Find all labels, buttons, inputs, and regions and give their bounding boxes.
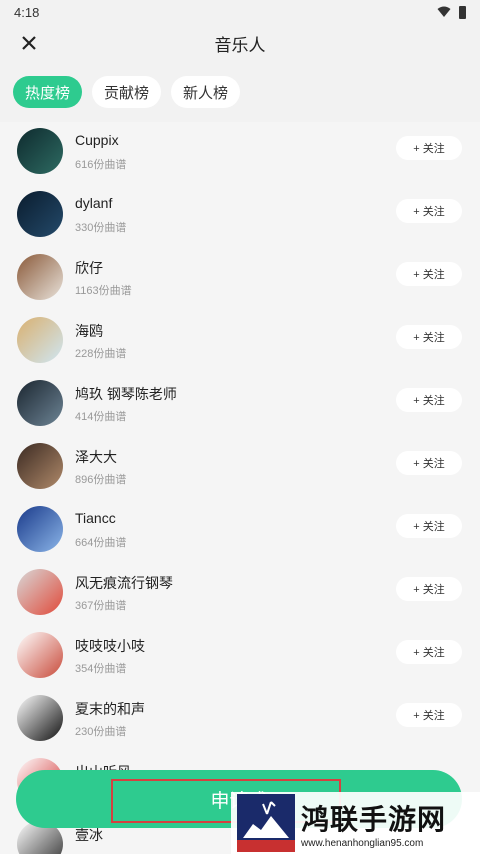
page-title: 音乐人 <box>214 35 266 55</box>
follow-button[interactable]: + 关注 <box>396 262 462 286</box>
score-count: 616份曲谱 <box>75 159 127 171</box>
musician-row[interactable]: 吱吱吱小吱 354份曲谱 + 关注 <box>0 622 480 685</box>
follow-button[interactable]: + 关注 <box>396 325 462 349</box>
musician-name: Cuppix <box>75 132 119 148</box>
musician-name: 壹冰 <box>75 827 103 843</box>
wifi-icon <box>437 6 451 17</box>
avatar[interactable] <box>17 380 63 426</box>
follow-button[interactable]: + 关注 <box>396 640 462 664</box>
musician-row[interactable]: Cuppix 616份曲谱 + 关注 <box>0 118 480 181</box>
musician-name: dylanf <box>75 195 113 211</box>
musician-row[interactable]: dylanf 330份曲谱 + 关注 <box>0 181 480 244</box>
title-bar: 音乐人 <box>0 24 480 62</box>
score-count: 330份曲谱 <box>75 222 127 234</box>
score-count: 664份曲谱 <box>75 537 127 549</box>
score-count: 414份曲谱 <box>75 411 127 423</box>
watermark-title: 鸿联手游网 <box>301 802 447 836</box>
score-count: 354份曲谱 <box>75 663 127 675</box>
musician-name: 鸠玖 钢琴陈老师 <box>75 386 177 402</box>
avatar[interactable] <box>17 695 63 741</box>
avatar[interactable] <box>17 317 63 363</box>
status-time: 4:18 <box>14 4 40 20</box>
musician-name: Tiancc <box>75 510 116 526</box>
musician-list: Cuppix 616份曲谱 + 关注 dylanf 330份曲谱 + 关注 欣仔 1163份曲… <box>0 118 480 854</box>
follow-button[interactable]: + 关注 <box>396 703 462 727</box>
ranking-tabs: 热度榜 贡献榜 新人榜 <box>0 62 480 122</box>
follow-button[interactable]: + 关注 <box>396 199 462 223</box>
tab-newcomer[interactable]: 新人榜 <box>171 76 241 108</box>
musician-name: 海鸥 <box>75 323 103 339</box>
avatar[interactable] <box>17 443 63 489</box>
status-bar: 4:18 <box>0 0 480 24</box>
avatar[interactable] <box>17 128 63 174</box>
follow-button[interactable]: + 关注 <box>396 136 462 160</box>
follow-button[interactable]: + 关注 <box>396 451 462 475</box>
avatar[interactable] <box>17 191 63 237</box>
musician-row[interactable]: 泽大大 896份曲谱 + 关注 <box>0 433 480 496</box>
avatar[interactable] <box>17 506 63 552</box>
follow-button[interactable]: + 关注 <box>396 577 462 601</box>
musician-name: 泽大大 <box>75 449 117 465</box>
musician-row[interactable]: 欣仔 1163份曲谱 + 关注 <box>0 244 480 307</box>
follow-button[interactable]: + 关注 <box>396 388 462 412</box>
score-count: 896份曲谱 <box>75 474 127 486</box>
score-count: 1163份曲谱 <box>75 285 132 297</box>
score-count: 228份曲谱 <box>75 348 127 360</box>
avatar[interactable] <box>17 254 63 300</box>
tab-contribution[interactable]: 贡献榜 <box>92 76 162 108</box>
musician-row[interactable]: 风无痕流行钢琴 367份曲谱 + 关注 <box>0 559 480 622</box>
tab-popularity[interactable]: 热度榜 <box>13 76 83 108</box>
close-button[interactable] <box>14 28 44 58</box>
watermark-url: www.henanhonglian95.com <box>301 837 424 849</box>
avatar[interactable] <box>17 632 63 678</box>
battery-icon <box>459 5 466 19</box>
musician-row[interactable]: 鸠玖 钢琴陈老师 414份曲谱 + 关注 <box>0 370 480 433</box>
musician-name: 欣仔 <box>75 260 103 276</box>
score-count: 230份曲谱 <box>75 726 127 738</box>
musician-row[interactable]: 海鸥 228份曲谱 + 关注 <box>0 307 480 370</box>
avatar[interactable] <box>17 569 63 615</box>
follow-button[interactable]: + 关注 <box>396 514 462 538</box>
deer-logo-icon <box>237 794 295 852</box>
musician-name: 夏末的和声 <box>75 701 145 717</box>
close-icon <box>22 36 36 50</box>
musician-name: 吱吱吱小吱 <box>75 638 145 654</box>
musician-name: 风无痕流行钢琴 <box>75 575 173 591</box>
musician-row[interactable]: 夏末的和声 230份曲谱 + 关注 <box>0 685 480 748</box>
musician-row[interactable]: Tiancc 664份曲谱 + 关注 <box>0 496 480 559</box>
score-count: 367份曲谱 <box>75 600 127 612</box>
watermark: 鸿联手游网 www.henanhonglian95.com <box>231 792 480 854</box>
